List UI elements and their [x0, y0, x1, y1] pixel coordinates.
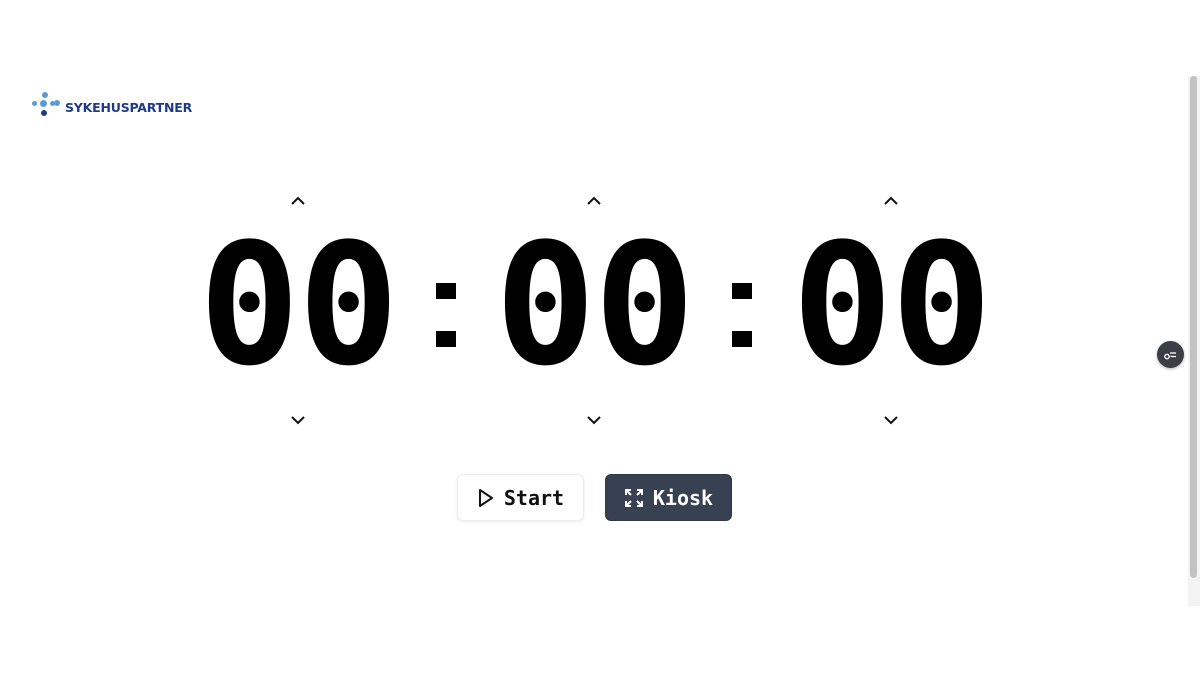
- chevron-up-icon: [587, 196, 601, 205]
- chevron-up-icon: [884, 196, 898, 205]
- timer-page: SYKEHUSPARTNER 00 00 00 Start Kiosk: [0, 0, 1200, 675]
- brand-logo: SYKEHUSPARTNER: [32, 92, 192, 122]
- chevron-down-icon: [587, 416, 601, 425]
- minutes-display: 00: [494, 207, 695, 403]
- seconds-decrement-button[interactable]: [879, 408, 903, 432]
- vertical-scrollbar[interactable]: [1188, 76, 1200, 606]
- chevron-up-icon: [291, 196, 305, 205]
- minutes-decrement-button[interactable]: [582, 408, 606, 432]
- hours-decrement-button[interactable]: [286, 408, 310, 432]
- hours-unit: 00: [198, 185, 399, 435]
- chevron-down-icon: [884, 416, 898, 425]
- countdown-timer: 00 00 00: [0, 185, 1200, 435]
- play-icon: [478, 488, 493, 507]
- seconds-unit: 00: [791, 185, 992, 435]
- start-button-label: Start: [503, 485, 565, 510]
- expand-arrows-icon: [624, 488, 643, 507]
- minutes-unit: 00: [494, 185, 695, 435]
- logo-text: SYKEHUSPARTNER: [65, 99, 192, 115]
- kiosk-button-label: Kiosk: [652, 485, 714, 510]
- scrollbar-thumb[interactable]: [1190, 76, 1197, 578]
- settings-toggle-icon: [1164, 351, 1176, 359]
- logo-mark-icon: [32, 92, 60, 122]
- settings-toggle-button[interactable]: [1157, 341, 1184, 368]
- chevron-down-icon: [291, 416, 305, 425]
- kiosk-button[interactable]: Kiosk: [605, 474, 732, 521]
- colon-separator: [730, 283, 754, 353]
- seconds-display: 00: [791, 207, 992, 403]
- start-button[interactable]: Start: [457, 474, 584, 521]
- hours-display: 00: [198, 207, 399, 403]
- colon-separator: [434, 283, 458, 353]
